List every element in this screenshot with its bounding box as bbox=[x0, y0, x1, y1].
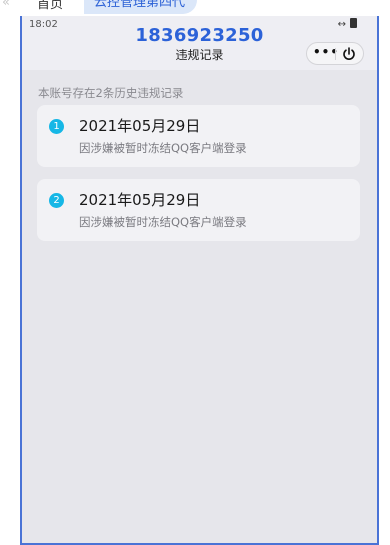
violation-notice: 本账号存在2条历史违规记录 bbox=[38, 86, 184, 100]
record-index-badge: 1 bbox=[49, 119, 64, 134]
tab-home[interactable]: 首页 bbox=[37, 0, 63, 12]
more-icon[interactable]: ••• bbox=[313, 45, 338, 59]
collapse-arrow-icon[interactable]: « bbox=[2, 0, 10, 10]
capsule-divider bbox=[335, 48, 336, 60]
violation-record-card: 1 2021年05月29日 因涉嫌被暂时冻结QQ客户端登录 bbox=[37, 105, 360, 167]
power-icon[interactable] bbox=[341, 46, 357, 62]
record-reason: 因涉嫌被暂时冻结QQ客户端登录 bbox=[79, 215, 247, 229]
left-gutter bbox=[0, 16, 20, 545]
phone-frame: 18:02 ↔ 1836923250 违规记录 ••• 本账号存在2条历史违规记… bbox=[20, 16, 379, 545]
record-reason: 因涉嫌被暂时冻结QQ客户端登录 bbox=[79, 141, 247, 155]
browser-tab-strip: « 首页 云控管理第四代 bbox=[0, 0, 390, 16]
record-date: 2021年05月29日 bbox=[79, 117, 201, 135]
page-header: 18:02 ↔ 1836923250 违规记录 ••• bbox=[22, 16, 377, 70]
record-index-badge: 2 bbox=[49, 193, 64, 208]
tab-cloud-control[interactable]: 云控管理第四代 bbox=[84, 0, 198, 14]
record-date: 2021年05月29日 bbox=[79, 191, 201, 209]
violation-record-card: 2 2021年05月29日 因涉嫌被暂时冻结QQ客户端登录 bbox=[37, 179, 360, 241]
miniprogram-capsule: ••• bbox=[306, 42, 364, 65]
